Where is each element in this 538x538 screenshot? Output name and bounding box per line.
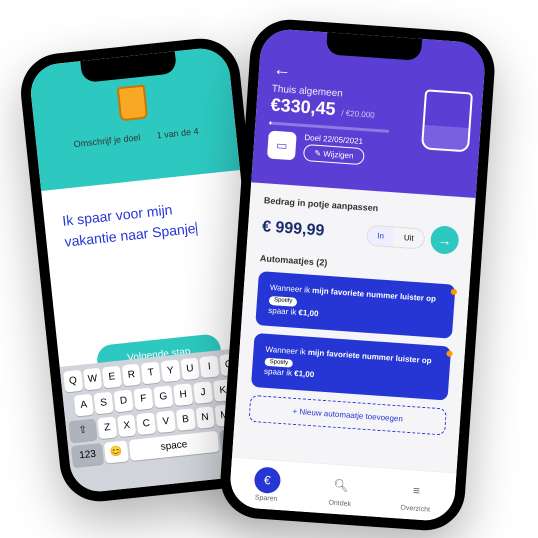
key-i[interactable]: I xyxy=(200,355,220,378)
goal-detail-body: Bedrag in potje aanpassen € 999,99 In Ui… xyxy=(231,182,476,487)
key-j[interactable]: J xyxy=(193,381,213,404)
search-icon: 🔍︎ xyxy=(327,471,355,499)
shift-key[interactable]: ⇧ xyxy=(68,419,97,443)
key-e[interactable]: E xyxy=(102,366,122,389)
key-g[interactable]: G xyxy=(153,385,173,408)
phone-right: ← Thuis algemeen €330,45 / €20.000 ▭ Doe… xyxy=(218,17,497,533)
nav-overzicht[interactable]: ≡ Overzicht xyxy=(400,477,432,514)
key-q[interactable]: Q xyxy=(63,370,83,393)
step-count: 1 van de 4 xyxy=(156,126,199,140)
edit-button[interactable]: ✎ Wijzigen xyxy=(303,144,365,165)
adjust-amount-input[interactable]: € 999,99 xyxy=(261,218,361,243)
text-cursor xyxy=(195,222,197,236)
key-y[interactable]: Y xyxy=(161,360,181,383)
in-out-toggle[interactable]: In Uit xyxy=(366,224,426,249)
toggle-in[interactable]: In xyxy=(367,225,395,246)
nav-ontdek[interactable]: 🔍︎ Ontdek xyxy=(327,471,355,508)
key-u[interactable]: U xyxy=(180,358,200,381)
submit-arrow-button[interactable]: → xyxy=(430,225,460,255)
key-d[interactable]: D xyxy=(113,390,133,413)
key-z[interactable]: Z xyxy=(97,416,117,439)
target-amount: / €20.000 xyxy=(341,108,375,119)
euro-icon: € xyxy=(253,466,281,494)
key-x[interactable]: X xyxy=(117,414,137,437)
jar-illustration-icon xyxy=(421,89,473,152)
emoji-key[interactable]: 😊 xyxy=(104,440,128,463)
list-icon: ≡ xyxy=(403,477,431,505)
toggle-out[interactable]: Uit xyxy=(393,227,424,248)
nav-sparen[interactable]: € Sparen xyxy=(253,466,281,503)
add-automation-button[interactable]: + Nieuw automaatje toevoegen xyxy=(249,394,447,435)
card-icon[interactable]: ▭ xyxy=(267,130,297,160)
phone-right-screen: ← Thuis algemeen €330,45 / €20.000 ▭ Doe… xyxy=(229,28,487,523)
key-a[interactable]: A xyxy=(74,394,94,417)
key-h[interactable]: H xyxy=(173,383,193,406)
progress-fill xyxy=(269,121,272,124)
key-t[interactable]: T xyxy=(141,362,161,385)
space-key[interactable]: space xyxy=(128,431,219,461)
key-s[interactable]: S xyxy=(94,392,114,415)
key-w[interactable]: W xyxy=(83,368,103,391)
key-r[interactable]: R xyxy=(122,364,142,387)
key-f[interactable]: F xyxy=(133,388,153,411)
page-title: Omschrijf je doel xyxy=(73,132,141,149)
automation-rule-card[interactable]: Wanneer ik mijn favoriete nummer luister… xyxy=(255,271,455,338)
numbers-key[interactable]: 123 xyxy=(71,443,104,467)
goal-input-area[interactable]: Ik spaar voor mijn vakantie naar Spanje xyxy=(41,170,257,350)
key-c[interactable]: C xyxy=(136,412,156,435)
key-n[interactable]: N xyxy=(195,406,215,429)
key-v[interactable]: V xyxy=(156,410,176,433)
jar-icon xyxy=(117,85,148,122)
automation-rule-card[interactable]: Wanneer ik mijn favoriete nummer luister… xyxy=(251,333,451,400)
key-b[interactable]: B xyxy=(176,408,196,431)
